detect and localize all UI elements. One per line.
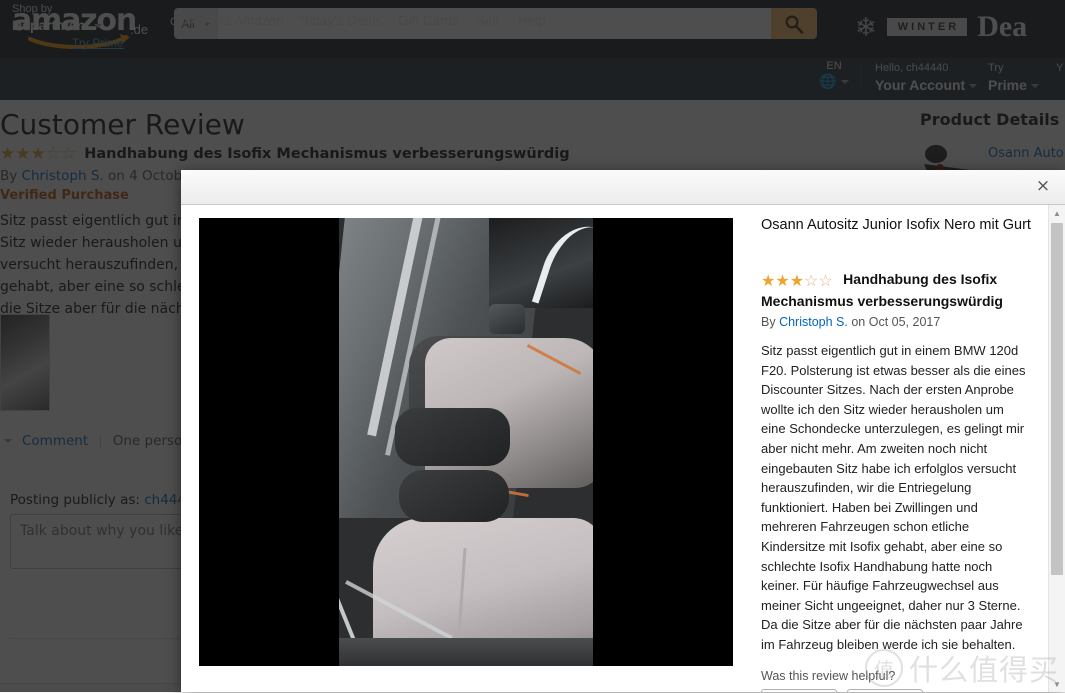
helpful-yes-button[interactable]: Yes <box>761 688 837 692</box>
modal-review-body: Sitz passt eigentlich gut in einem BMW 1… <box>761 343 1026 652</box>
modal-helpful-buttons: Yes No <box>761 688 1031 692</box>
modal-helpful-question: Was this review helpful? <box>761 668 896 683</box>
modal-body: Osann Autositz Junior Isofix Nero mit Gu… <box>181 205 1065 692</box>
lightbox-image-stage[interactable] <box>199 218 733 666</box>
modal-star-rating: ★★★☆☆ <box>761 273 833 290</box>
scroll-up-arrow-icon[interactable]: ▲ <box>1049 205 1065 221</box>
scrollbar-thumb[interactable] <box>1051 223 1063 575</box>
helpful-no-button[interactable]: No <box>847 688 923 692</box>
modal-review-author-link[interactable]: Christoph S. <box>779 315 848 329</box>
close-icon[interactable]: × <box>1031 174 1055 198</box>
modal-header: × <box>181 170 1065 205</box>
modal-product-title: Osann Autositz Junior Isofix Nero mit Gu… <box>761 217 1031 233</box>
modal-review-header: ★★★☆☆ Handhabung des Isofix Mechanismus … <box>761 269 1031 311</box>
image-lightbox-modal: × Osann Autositz Junior Isofix Nero mit … <box>181 170 1065 692</box>
scroll-down-arrow-icon[interactable]: ▼ <box>1049 676 1065 692</box>
customer-photo-car-seat[interactable] <box>339 218 593 666</box>
lightbox-info-panel: Osann Autositz Junior Isofix Nero mit Gu… <box>747 205 1065 692</box>
modal-review-byline: By Christoph S. on Oct 05, 2017 <box>761 315 941 329</box>
info-panel-scrollbar[interactable]: ▲ ▼ <box>1048 205 1065 692</box>
